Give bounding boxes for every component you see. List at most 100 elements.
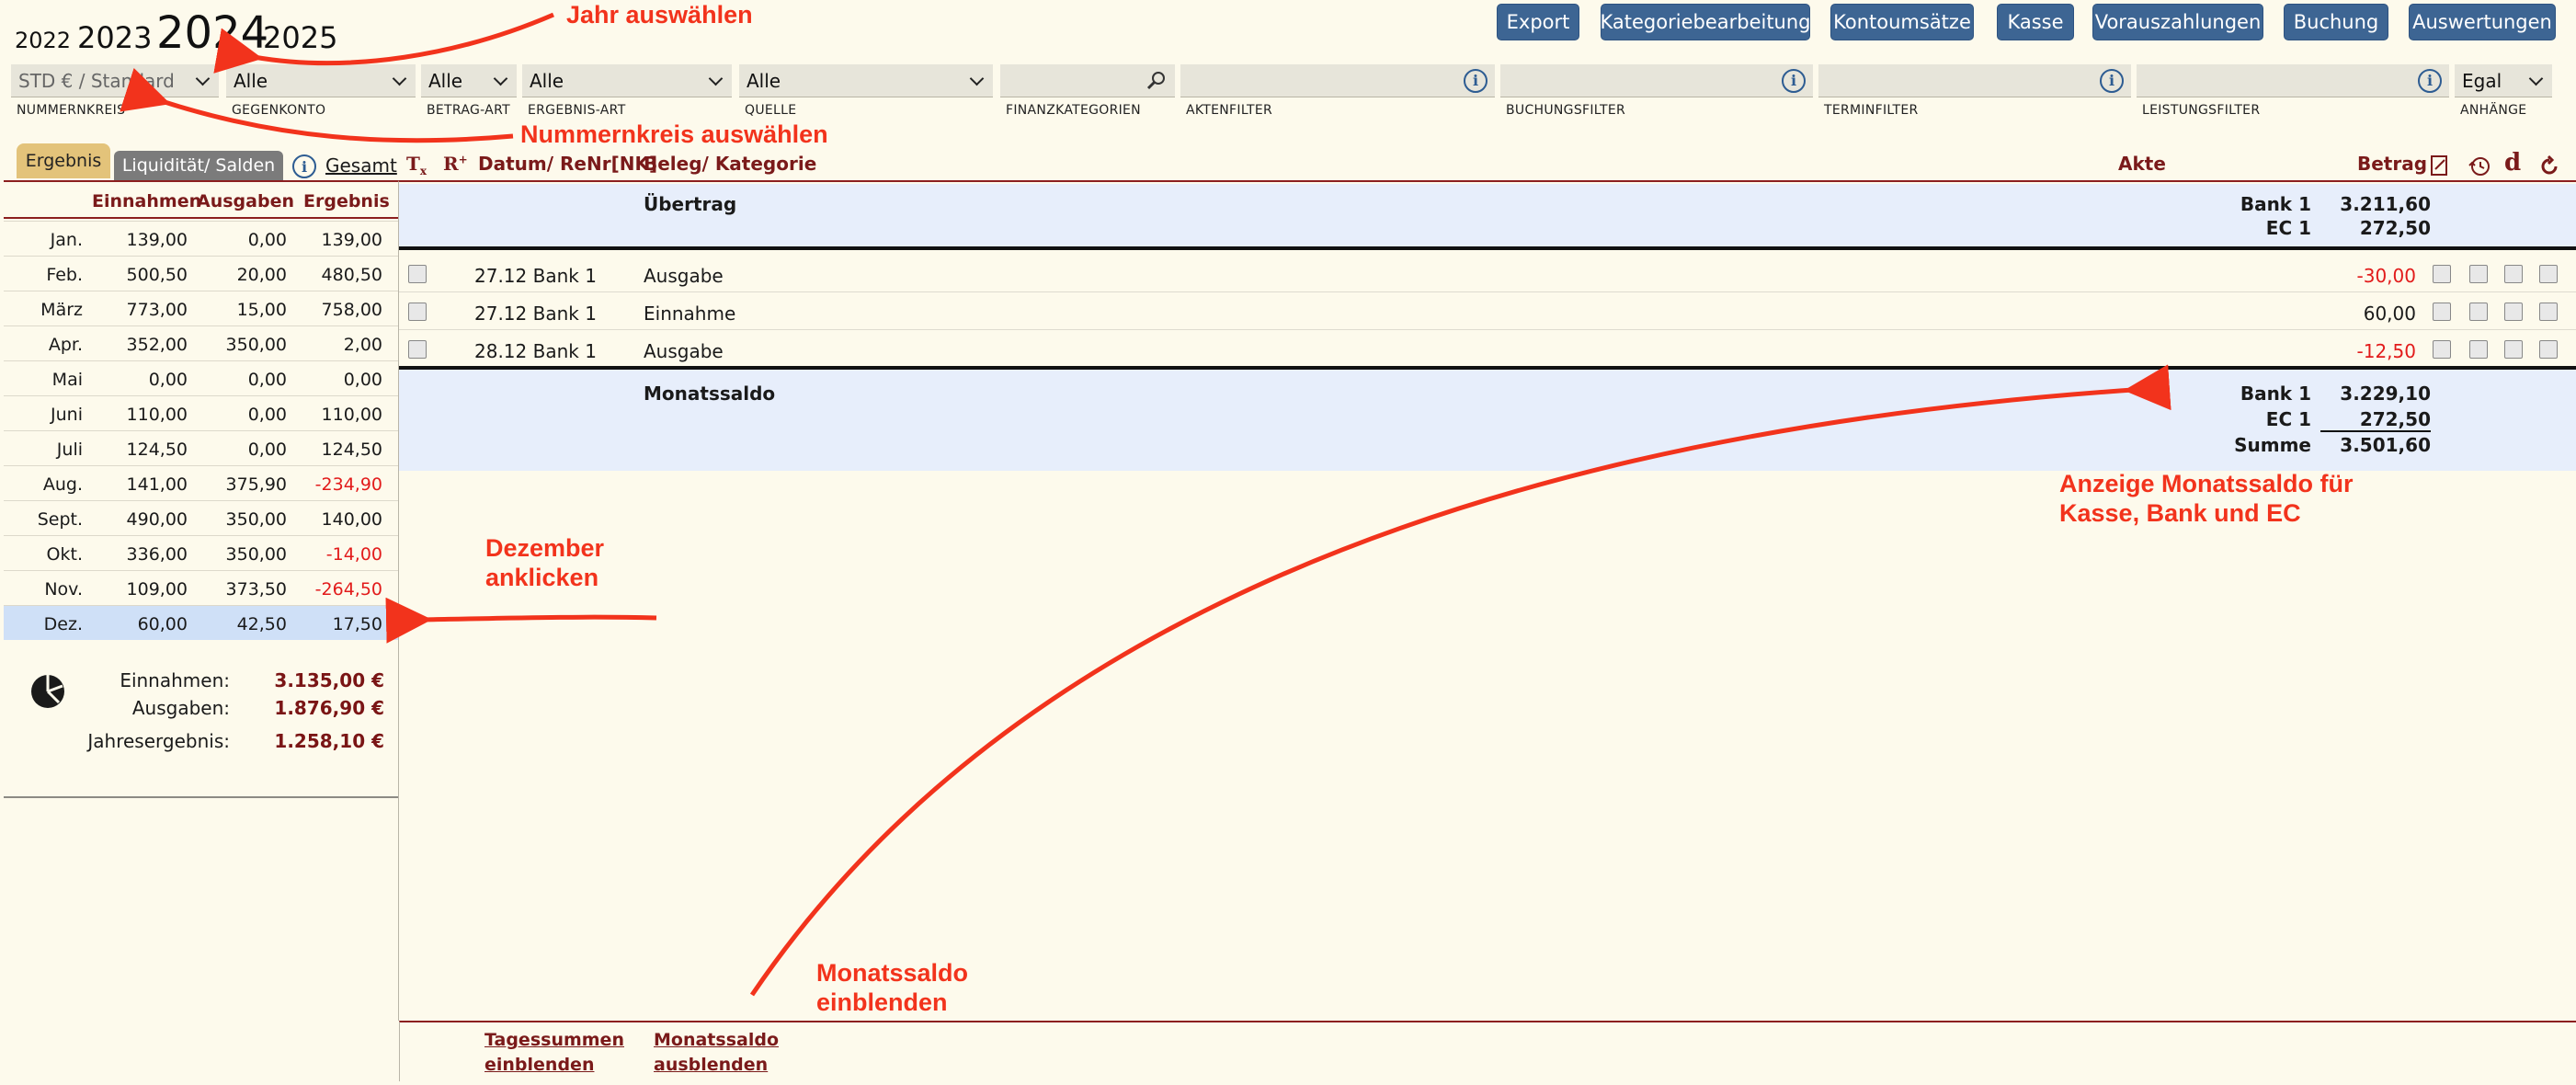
month-name: Dez. xyxy=(43,614,83,634)
month-einnahmen: 110,00 xyxy=(126,405,188,425)
info-icon[interactable]: i xyxy=(2100,68,2124,93)
monatssaldo-ausblenden-link[interactable]: Monatssaldo ausblenden xyxy=(654,1028,779,1078)
ergebnisart-select[interactable]: Alle xyxy=(522,64,732,97)
tab-liquiditaet-salden[interactable]: Liquidität/ Salden xyxy=(114,151,283,180)
tagessummen-einblenden-link[interactable]: Tagessummen einblenden xyxy=(484,1028,624,1078)
row-flag-checkbox[interactable] xyxy=(2504,340,2523,359)
row-flag-checkbox[interactable] xyxy=(2504,265,2523,283)
chevron-down-icon xyxy=(392,73,408,89)
monthly-summary-panel: Einnahmen Ausgaben Ergebnis Jan. 139,00 0,… xyxy=(4,180,399,798)
uebertrag-bank-value: 3.211,60 xyxy=(2340,193,2431,215)
month-einnahmen: 124,50 xyxy=(126,440,188,460)
search-icon[interactable] xyxy=(1146,70,1168,92)
finanzkategorien-input[interactable] xyxy=(1000,64,1175,97)
annotation-nummernkreis: Nummernkreis auswählen xyxy=(520,120,828,148)
chevron-down-icon xyxy=(2528,73,2545,89)
row-flag-checkbox[interactable] xyxy=(2469,265,2488,283)
table-row[interactable]: 27.12 Bank 1 Ausgabe -30,00 xyxy=(399,256,2576,292)
month-row-6[interactable]: Juni 110,00 0,00 110,00 xyxy=(4,395,399,430)
kategoriebearbeitung-button[interactable]: Kategoriebearbeitung xyxy=(1601,4,1811,40)
month-row-5[interactable]: Mai 0,00 0,00 0,00 xyxy=(4,360,399,395)
buchungsfilter-label: BUCHUNGSFILTER xyxy=(1506,103,1625,118)
betragart-select[interactable]: Alle xyxy=(421,64,517,97)
col-betrag-header[interactable]: Betrag xyxy=(2357,153,2427,175)
recurring-icon[interactable]: R+ xyxy=(443,153,468,175)
info-icon[interactable]: i xyxy=(292,154,316,178)
history-icon[interactable] xyxy=(2468,154,2491,178)
month-einnahmen: 109,00 xyxy=(126,579,188,600)
month-row-7[interactable]: Juli 124,50 0,00 124,50 xyxy=(4,430,399,465)
finanzkategorien-label: FINANZKATEGORIEN xyxy=(1006,103,1141,118)
quelle-label: QUELLE xyxy=(745,103,797,118)
leistungsfilter-label: LEISTUNGSFILTER xyxy=(2142,103,2261,118)
month-ausgaben: 0,00 xyxy=(247,370,287,390)
export-button[interactable]: Export xyxy=(1497,4,1579,40)
betragart-label: BETRAG-ART xyxy=(427,103,510,118)
month-row-11[interactable]: Nov. 109,00 373,50 -264,50 xyxy=(4,570,399,605)
row-flag-checkbox[interactable] xyxy=(2433,303,2451,321)
row-select-checkbox[interactable] xyxy=(408,340,427,359)
row-select-checkbox[interactable] xyxy=(408,303,427,321)
terminfilter-input[interactable]: i xyxy=(1818,64,2131,97)
refresh-icon[interactable] xyxy=(2537,154,2561,178)
gesamt-link[interactable]: Gesamt xyxy=(325,154,397,177)
row-flag-checkbox[interactable] xyxy=(2539,340,2558,359)
month-einnahmen: 60,00 xyxy=(137,614,188,634)
annotation-anzeige-monatssaldo: Anzeige Monatssaldo für Kasse, Bank und E… xyxy=(2059,470,2354,527)
quelle-select[interactable]: Alle xyxy=(739,64,993,97)
einnahmen-sum-label: Einnahmen: xyxy=(120,669,230,691)
row-beleg: Ausgabe xyxy=(644,265,724,287)
d-icon[interactable]: d xyxy=(2504,149,2521,177)
month-row-1[interactable]: Jan. 139,00 0,00 139,00 xyxy=(4,221,399,256)
kasse-button[interactable]: Kasse xyxy=(1997,4,2074,40)
bottom-toolbar: Tagessummen einblenden Monatssaldo ausblen… xyxy=(399,1021,2576,1081)
info-icon[interactable]: i xyxy=(1464,68,1487,93)
month-ausgaben: 373,50 xyxy=(225,579,287,600)
info-icon[interactable]: i xyxy=(2418,68,2442,93)
document-check-icon[interactable] xyxy=(2429,154,2451,177)
leistungsfilter-input[interactable]: i xyxy=(2137,64,2449,97)
year-2025[interactable]: 2025 xyxy=(263,20,337,55)
row-flag-checkbox[interactable] xyxy=(2539,265,2558,283)
clear-format-icon[interactable]: Tx xyxy=(406,153,427,177)
buchung-button[interactable]: Buchung xyxy=(2284,4,2388,40)
gegenkonto-select[interactable]: Alle xyxy=(226,64,416,97)
buchungsfilter-input[interactable]: i xyxy=(1500,64,1813,97)
month-name: Aug. xyxy=(42,474,83,495)
row-flag-checkbox[interactable] xyxy=(2469,340,2488,359)
month-row-9[interactable]: Sept. 490,00 350,00 140,00 xyxy=(4,500,399,535)
row-flag-checkbox[interactable] xyxy=(2433,265,2451,283)
table-row[interactable]: 27.12 Bank 1 Einnahme 60,00 xyxy=(399,293,2576,330)
betragart-value: Alle xyxy=(428,69,463,92)
info-icon[interactable]: i xyxy=(1782,68,1806,93)
col-datum-header[interactable]: Datum/ ReNr[NK] xyxy=(478,153,657,175)
month-row-12[interactable]: Dez. 60,00 42,50 17,50 xyxy=(4,605,399,640)
month-name: Nov. xyxy=(44,579,83,600)
vorauszahlungen-button[interactable]: Vorauszahlungen xyxy=(2092,4,2263,40)
col-beleg-header[interactable]: Beleg/ Kategorie xyxy=(644,153,816,175)
month-row-4[interactable]: Apr. 352,00 350,00 2,00 xyxy=(4,326,399,360)
nummernkreis-select[interactable]: STD € / Standard xyxy=(11,64,219,97)
row-flag-checkbox[interactable] xyxy=(2433,340,2451,359)
col-akte-header[interactable]: Akte xyxy=(2118,153,2166,175)
table-row[interactable]: 28.12 Bank 1 Ausgabe -12,50 xyxy=(399,331,2576,368)
anhaenge-select[interactable]: Egal xyxy=(2455,64,2552,97)
year-2023[interactable]: 2023 xyxy=(77,20,152,55)
auswertungen-button[interactable]: Auswertungen xyxy=(2409,4,2556,40)
ausgaben-sum-label: Ausgaben: xyxy=(131,697,230,719)
row-select-checkbox[interactable] xyxy=(408,265,427,283)
row-flag-checkbox[interactable] xyxy=(2504,303,2523,321)
kontoumsaetze-button[interactable]: Kontoumsätze xyxy=(1830,4,1974,40)
month-row-2[interactable]: Feb. 500,50 20,00 480,50 xyxy=(4,256,399,291)
month-row-10[interactable]: Okt. 336,00 350,00 -14,00 xyxy=(4,535,399,570)
year-2022[interactable]: 2022 xyxy=(15,28,71,53)
month-name: Mai xyxy=(51,370,83,390)
month-row-3[interactable]: März 773,00 15,00 758,00 xyxy=(4,291,399,326)
month-name: März xyxy=(40,300,83,320)
row-flag-checkbox[interactable] xyxy=(2539,303,2558,321)
aktenfilter-input[interactable]: i xyxy=(1180,64,1495,97)
year-2024-selected[interactable]: 2024 xyxy=(156,7,268,59)
tab-ergebnis[interactable]: Ergebnis xyxy=(17,143,110,178)
month-row-8[interactable]: Aug. 141,00 375,90 -234,90 xyxy=(4,465,399,500)
row-flag-checkbox[interactable] xyxy=(2469,303,2488,321)
